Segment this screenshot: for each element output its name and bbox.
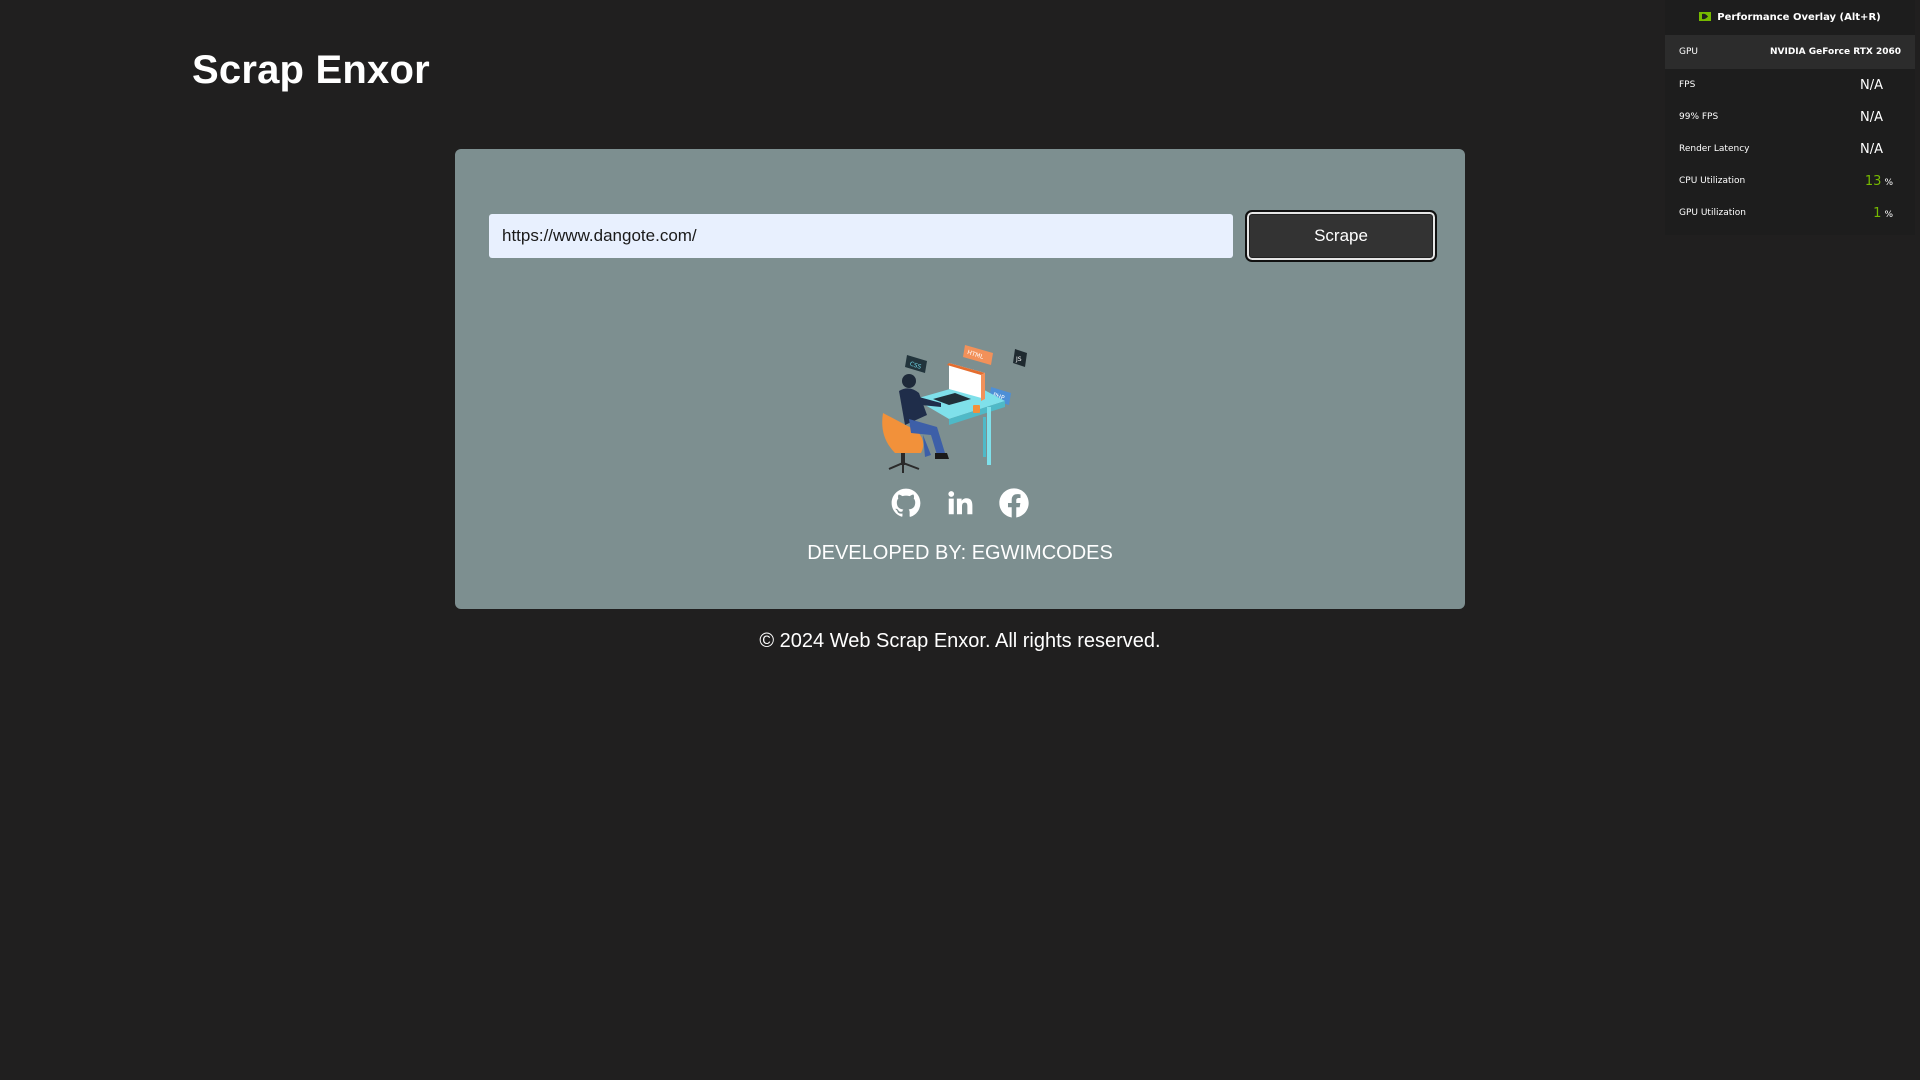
perf-row-fps99: 99% FPS N/A: [1665, 101, 1915, 133]
app-title: Scrap Enxor: [192, 48, 430, 92]
linkedin-icon[interactable]: [944, 487, 976, 519]
github-icon[interactable]: [890, 487, 922, 519]
gpu-model: NVIDIA GeForce RTX 2060: [1769, 47, 1901, 57]
gpu-util-unit: %: [1884, 209, 1893, 220]
perf-row-fps: FPS N/A: [1665, 69, 1915, 101]
cpu-util-value: 13: [1864, 173, 1882, 189]
url-input[interactable]: [489, 214, 1233, 258]
fps-value: N/A: [1860, 77, 1883, 93]
cpu-util-value-wrap: 13%: [1865, 174, 1893, 189]
performance-overlay: Performance Overlay (Alt+R) GPU NVIDIA G…: [1665, 0, 1915, 235]
developer-illustration: CSS HTML JS PHP: [882, 345, 1027, 473]
page: Scrap Enxor Scrape CSS HTML JS PHP: [0, 0, 1920, 1080]
nvidia-logo-icon: [1699, 11, 1712, 24]
social-links: [455, 487, 1465, 519]
gpu-label: GPU: [1679, 47, 1698, 57]
scrape-button[interactable]: Scrape: [1245, 210, 1437, 262]
html-tag: HTML: [963, 345, 993, 365]
perf-overlay-header: Performance Overlay (Alt+R): [1665, 0, 1915, 35]
css-tag: CSS: [905, 355, 927, 373]
developer-credit: DEVELOPED BY: EGWIMCODES: [807, 542, 1113, 564]
perf-row-gpu: GPU NVIDIA GeForce RTX 2060: [1665, 35, 1915, 69]
cpu-util-unit: %: [1884, 177, 1893, 188]
js-tag: JS: [1013, 349, 1027, 367]
scraper-card: Scrape CSS HTML JS PHP: [455, 149, 1465, 609]
facebook-icon[interactable]: [998, 487, 1030, 519]
perf-row-gpu-util: GPU Utilization 1%: [1665, 197, 1915, 229]
gpu-util-value: 1: [1873, 205, 1882, 221]
perf-row-latency: Render Latency N/A: [1665, 133, 1915, 165]
perf-row-cpu: CPU Utilization 13%: [1665, 165, 1915, 197]
perf-overlay-title: Performance Overlay (Alt+R): [1717, 12, 1881, 23]
footer-copyright: © 2024 Web Scrap Enxor. All rights reser…: [759, 630, 1161, 652]
gpu-util-label: GPU Utilization: [1679, 208, 1746, 218]
latency-value: N/A: [1860, 141, 1883, 157]
gpu-util-value-wrap: 1%: [1873, 206, 1893, 221]
fps99-value: N/A: [1860, 109, 1883, 125]
svg-text:JS: JS: [1015, 356, 1022, 363]
